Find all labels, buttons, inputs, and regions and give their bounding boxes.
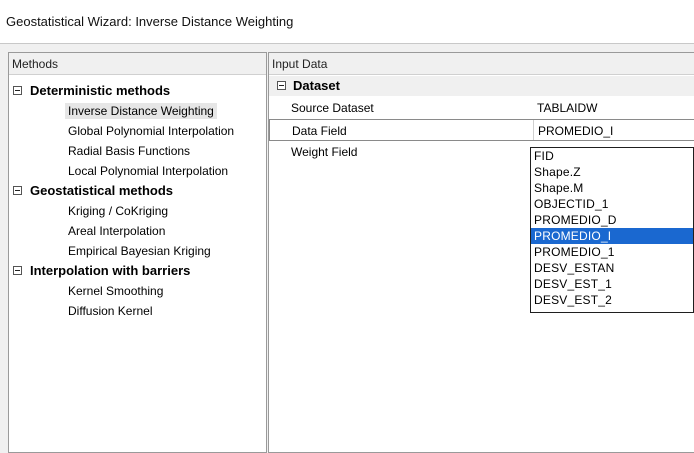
dropdown-option[interactable]: PROMEDIO_D	[531, 212, 693, 228]
dropdown-option[interactable]: PROMEDIO_1	[531, 244, 693, 260]
dataset-section[interactable]: Dataset	[269, 76, 694, 96]
title-bar: Geostatistical Wizard: Inverse Distance …	[0, 0, 694, 44]
property-name: Source Dataset	[291, 101, 374, 115]
dropdown-option[interactable]: DESV_EST_2	[531, 292, 693, 308]
method-item-idw[interactable]: Inverse Distance Weighting	[9, 101, 266, 121]
tree-group-geostatistical[interactable]: Geostatistical methods	[9, 181, 266, 201]
group-label: Deterministic methods	[30, 83, 171, 98]
collapse-icon[interactable]	[13, 86, 22, 95]
section-label: Dataset	[293, 78, 340, 93]
property-name: Weight Field	[291, 145, 358, 159]
dropdown-option[interactable]: Shape.M	[531, 180, 693, 196]
method-item-radial-basis[interactable]: Radial Basis Functions	[9, 141, 266, 161]
data-field-dropdown-list[interactable]: FID Shape.Z Shape.M OBJECTID_1 PROMEDIO_…	[530, 147, 694, 313]
collapse-icon[interactable]	[13, 266, 22, 275]
method-label: Diffusion Kernel	[68, 304, 153, 318]
methods-pane: Methods Deterministic methods Inverse Di…	[8, 52, 267, 453]
property-name: Data Field	[292, 124, 347, 138]
group-label: Geostatistical methods	[30, 183, 174, 198]
method-label: Empirical Bayesian Kriging	[68, 244, 211, 258]
window-title: Geostatistical Wizard: Inverse Distance …	[6, 14, 294, 29]
property-source-dataset[interactable]: Source Dataset TABLAIDW	[269, 97, 694, 119]
method-label: Global Polynomial Interpolation	[68, 124, 235, 138]
method-label: Kriging / CoKriging	[68, 204, 169, 218]
geostatistical-wizard-window: Geostatistical Wizard: Inverse Distance …	[0, 0, 694, 453]
property-value: PROMEDIO_I	[538, 124, 614, 138]
method-item-areal[interactable]: Areal Interpolation	[9, 221, 266, 241]
method-label: Inverse Distance Weighting	[65, 103, 217, 119]
dropdown-option[interactable]: DESV_EST_1	[531, 276, 693, 292]
dropdown-option-selected[interactable]: PROMEDIO_I	[531, 228, 693, 244]
methods-tree: Deterministic methods Inverse Distance W…	[9, 75, 266, 321]
method-label: Radial Basis Functions	[68, 144, 191, 158]
data-field-select[interactable]: PROMEDIO_I	[533, 120, 694, 140]
tree-group-barriers[interactable]: Interpolation with barriers	[9, 261, 266, 281]
method-item-ebk[interactable]: Empirical Bayesian Kriging	[9, 241, 266, 261]
input-data-header: Input Data	[269, 53, 694, 75]
method-item-diffusion-kernel[interactable]: Diffusion Kernel	[9, 301, 266, 321]
methods-header: Methods	[9, 53, 266, 75]
dropdown-option[interactable]: DESV_ESTAN	[531, 260, 693, 276]
collapse-icon[interactable]	[277, 81, 286, 90]
method-item-kriging[interactable]: Kriging / CoKriging	[9, 201, 266, 221]
dropdown-option[interactable]: OBJECTID_1	[531, 196, 693, 212]
method-item-kernel-smoothing[interactable]: Kernel Smoothing	[9, 281, 266, 301]
method-label: Local Polynomial Interpolation	[68, 164, 229, 178]
property-data-field[interactable]: Data Field PROMEDIO_I	[269, 119, 694, 141]
method-item-local-polynomial[interactable]: Local Polynomial Interpolation	[9, 161, 266, 181]
method-label: Areal Interpolation	[68, 224, 166, 238]
method-item-global-polynomial[interactable]: Global Polynomial Interpolation	[9, 121, 266, 141]
method-label: Kernel Smoothing	[68, 284, 164, 298]
dropdown-option[interactable]: FID	[531, 148, 693, 164]
property-value: TABLAIDW	[537, 101, 598, 115]
tree-group-deterministic[interactable]: Deterministic methods	[9, 81, 266, 101]
collapse-icon[interactable]	[13, 186, 22, 195]
dropdown-option[interactable]: Shape.Z	[531, 164, 693, 180]
group-label: Interpolation with barriers	[30, 263, 191, 278]
